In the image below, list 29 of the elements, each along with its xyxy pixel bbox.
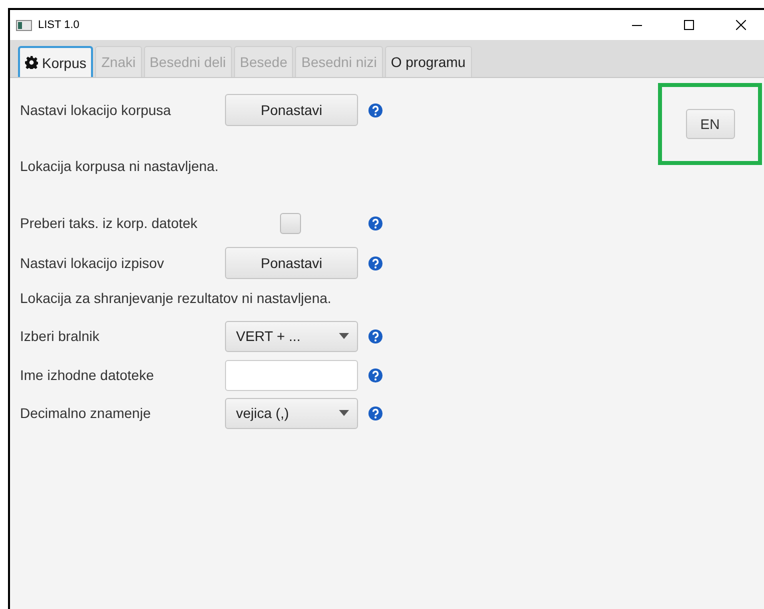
field-label: Decimalno znamenje — [20, 405, 152, 421]
reset-button[interactable]: Ponastavi — [225, 247, 358, 279]
language-button[interactable]: EN — [686, 109, 734, 139]
field-label: Ime izhodne datoteke — [20, 367, 155, 383]
input-field[interactable] — [225, 360, 358, 390]
field-label: Nastavi lokacijo izpisov — [20, 255, 165, 271]
tab[interactable]: Korpus — [18, 46, 94, 77]
field-label: Nastavi lokacijo korpusa — [20, 102, 172, 118]
help-icon[interactable] — [368, 256, 383, 270]
help-icon[interactable] — [368, 216, 383, 230]
status-text: Lokacija za shranjevanje rezultatov ni nastavljena. — [20, 290, 332, 306]
help-icon[interactable] — [368, 406, 383, 420]
app-icon — [16, 20, 32, 30]
window-title: LIST 1.0 — [38, 19, 80, 31]
maximize-icon[interactable] — [684, 20, 694, 30]
dropdown[interactable]: vejica (,) — [225, 398, 358, 428]
help-icon[interactable] — [368, 102, 383, 118]
field-label: Preberi taks. iz korp. datotek — [20, 215, 198, 231]
tab[interactable]: O programu — [384, 46, 472, 77]
status-text: Lokacija korpusa ni nastavljena. — [20, 158, 218, 174]
close-icon[interactable] — [736, 20, 746, 30]
checkbox[interactable] — [280, 212, 301, 234]
dropdown[interactable]: VERT + ... — [225, 320, 358, 352]
field-label: Izberi bralnik — [20, 328, 100, 344]
reset-button[interactable]: Ponastavi — [225, 94, 358, 126]
help-icon[interactable] — [368, 328, 383, 344]
help-icon[interactable] — [368, 368, 383, 382]
dropdown-caret-icon — [339, 410, 349, 416]
dropdown-caret-icon — [339, 333, 349, 339]
